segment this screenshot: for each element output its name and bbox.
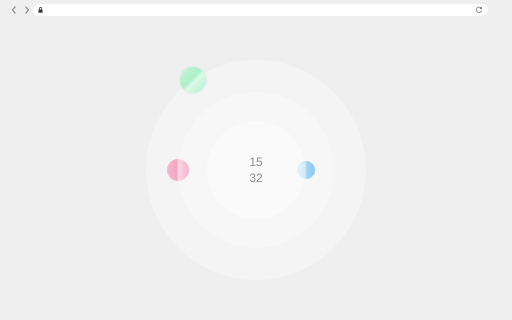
green-orb[interactable] bbox=[180, 67, 206, 93]
address-bar[interactable] bbox=[33, 4, 488, 16]
readout-top-value: 15 bbox=[249, 155, 263, 169]
chevron-right-icon bbox=[25, 6, 30, 14]
blue-orb[interactable] bbox=[297, 161, 315, 179]
reload-icon[interactable] bbox=[475, 6, 483, 14]
readout-bottom-value: 32 bbox=[249, 171, 263, 185]
back-button[interactable] bbox=[8, 4, 20, 16]
center-readout: 15 32 bbox=[226, 154, 286, 186]
chevron-left-icon bbox=[11, 6, 16, 14]
browser-toolbar bbox=[0, 0, 512, 20]
lock-icon bbox=[38, 7, 43, 13]
page-viewport: 15 32 bbox=[0, 20, 512, 320]
pink-orb[interactable] bbox=[167, 159, 189, 181]
forward-button[interactable] bbox=[21, 4, 33, 16]
